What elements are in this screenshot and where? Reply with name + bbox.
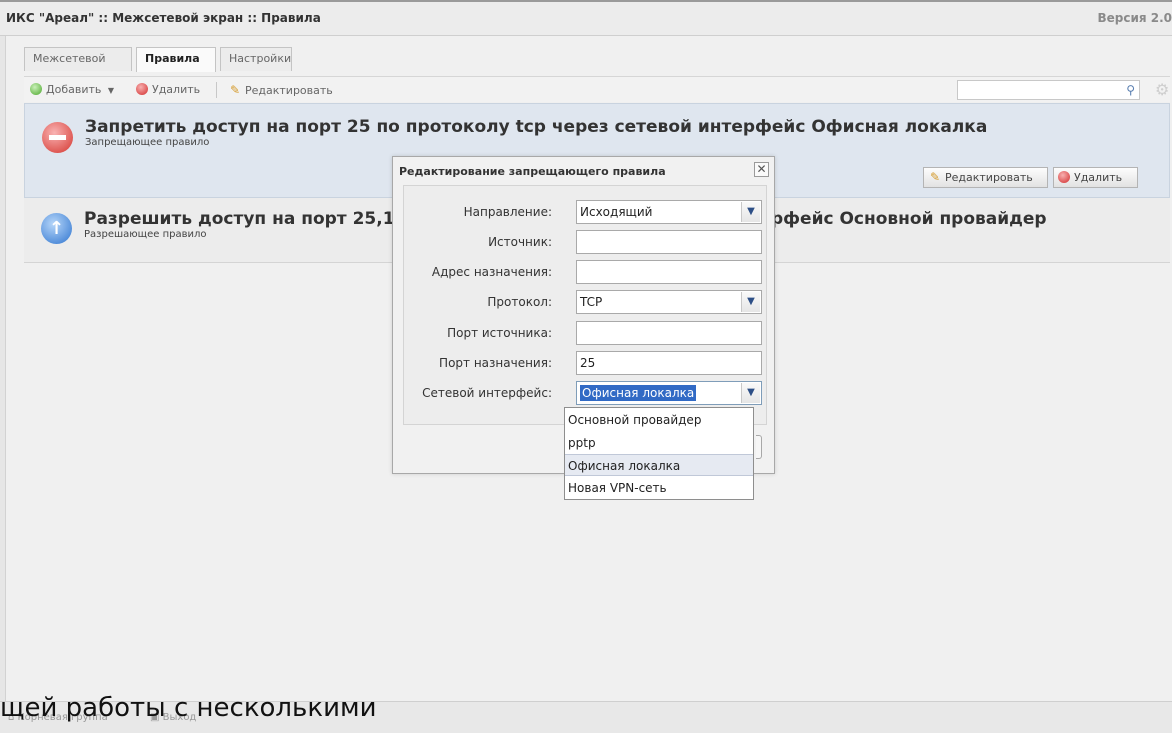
page-title: ИКС "Ареал" :: Межсетевой экран :: Прави… [6, 11, 321, 25]
left-panel-edge[interactable] [0, 36, 6, 701]
interface-select[interactable]: Офисная локалка ▼ [576, 381, 762, 405]
tab-settings[interactable]: Настройки [220, 47, 292, 71]
source-label: Источник: [488, 235, 552, 249]
dialog-button-edge[interactable] [756, 435, 762, 459]
gear-icon[interactable]: ⚙ [1155, 80, 1169, 99]
window-title-bar: ИКС "Ареал" :: Межсетевой экран :: Прави… [0, 0, 1172, 36]
allow-rule-icon: ↑ [41, 213, 72, 244]
chevron-down-icon[interactable]: ▼ [741, 383, 760, 403]
search-input[interactable]: ⚲ [957, 80, 1140, 100]
overlay-caption: щей работы с несколькими [0, 693, 377, 723]
delete-button[interactable]: Удалить [136, 82, 200, 98]
rule-subtitle: Запрещающее правило [85, 137, 210, 148]
dropdown-option[interactable]: Основной провайдер [565, 409, 753, 431]
toolbar: Добавить ▼ Удалить ✎ Редактировать ⚲ ⚙ [24, 76, 1170, 102]
version-label: Версия 2.0 [1097, 11, 1172, 25]
delete-label: Удалить [152, 83, 201, 96]
close-icon[interactable]: ✕ [754, 162, 769, 177]
plus-circle-icon [30, 83, 42, 95]
rule-delete-label: Удалить [1074, 171, 1123, 184]
direction-label: Направление: [463, 205, 552, 219]
dialog-title: Редактирование запрещающего правила [399, 165, 666, 178]
pencil-icon: ✎ [929, 170, 941, 184]
interface-dropdown-list: Основной провайдер pptp Офисная локалка … [564, 407, 754, 500]
deny-rule-icon [42, 122, 73, 153]
rule-title: Запретить доступ на порт 25 по протоколу… [85, 117, 988, 137]
minus-circle-icon [1058, 171, 1070, 183]
source-port-label: Порт источника: [447, 326, 552, 340]
add-label: Добавить [46, 83, 102, 96]
rule-title-tail: рфейс Основной провайдер [771, 209, 1047, 229]
rule-subtitle: Разрешающее правило [84, 229, 207, 240]
chevron-down-icon[interactable]: ▼ [741, 292, 760, 312]
rule-edit-label: Редактировать [945, 171, 1033, 184]
interface-label: Сетевой интерфейс: [422, 386, 552, 400]
edit-button[interactable]: ✎ Редактировать [228, 82, 333, 98]
source-port-input[interactable] [576, 321, 762, 345]
destination-input[interactable] [576, 260, 762, 284]
tab-firewall[interactable]: Межсетевой экран [24, 47, 132, 87]
direction-value: Исходящий [580, 205, 653, 219]
protocol-value: TCP [580, 295, 603, 309]
pencil-icon: ✎ [229, 83, 241, 97]
tab-rules[interactable]: Правила [136, 47, 216, 72]
source-input[interactable] [576, 230, 762, 254]
dest-port-label: Порт назначения: [439, 356, 552, 370]
protocol-select[interactable]: TCP ▼ [576, 290, 762, 314]
magnifier-icon[interactable]: ⚲ [1126, 83, 1135, 97]
chevron-down-icon: ▼ [107, 86, 115, 95]
dropdown-option-highlighted[interactable]: Офисная локалка [565, 454, 753, 476]
rule-delete-button[interactable]: Удалить [1053, 167, 1138, 188]
protocol-label: Протокол: [487, 295, 552, 309]
add-button[interactable]: Добавить ▼ [30, 82, 114, 98]
chevron-down-icon[interactable]: ▼ [741, 202, 760, 222]
dialog-form: Направление: Исходящий ▼ Источник: Адрес… [403, 185, 767, 425]
interface-value: Офисная локалка [580, 385, 697, 401]
edit-label: Редактировать [245, 84, 333, 97]
destination-label: Адрес назначения: [431, 265, 552, 279]
toolbar-divider [216, 82, 217, 98]
rule-title: Разрешить доступ на порт 25,110, [84, 209, 425, 229]
dest-port-input[interactable]: 25 [576, 351, 762, 375]
dropdown-option[interactable]: Новая VPN-сеть [565, 477, 753, 499]
minus-circle-icon [136, 83, 148, 95]
direction-select[interactable]: Исходящий ▼ [576, 200, 762, 224]
dropdown-option[interactable]: pptp [565, 432, 753, 454]
rule-edit-button[interactable]: ✎ Редактировать [923, 167, 1048, 188]
